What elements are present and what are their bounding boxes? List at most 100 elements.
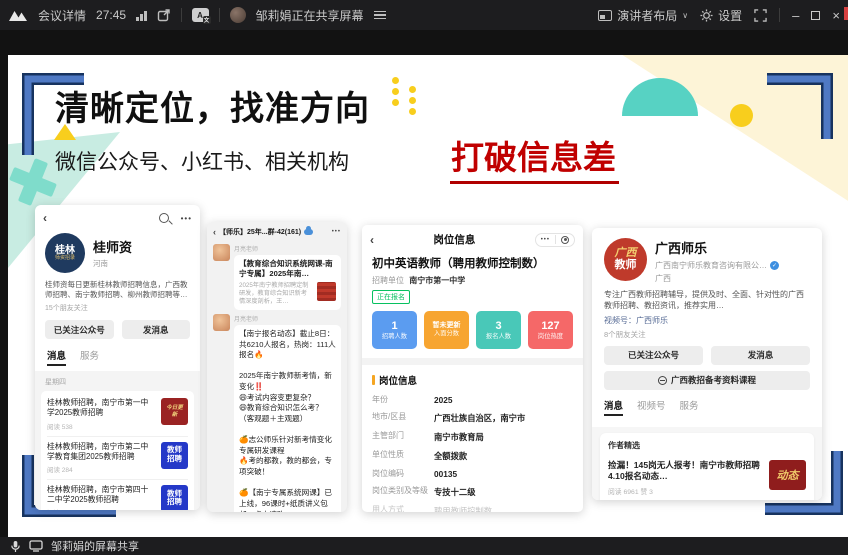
shared-link-desc: 2025年南宁教师招聘定制研发，教育综合知识新考情深度剖析，王… bbox=[239, 282, 313, 306]
topbar-left: 会议详情 27:45 A文 邹莉娟正在共享屏幕 bbox=[8, 7, 598, 24]
yellow-dots-decoration bbox=[409, 86, 416, 115]
sender-name: 月亮老师 bbox=[234, 244, 341, 253]
close-miniprogram-icon[interactable] bbox=[561, 236, 569, 244]
section-header: 岗位信息 bbox=[362, 365, 583, 391]
search-icon[interactable] bbox=[159, 213, 169, 223]
field-label: 岗位类别及等级 bbox=[372, 486, 434, 498]
friends-follow-count: 8个朋友关注 bbox=[592, 326, 822, 340]
article-row[interactable]: 桂林教师招聘，南宁市第一中学2025教师招聘 阅读 538 今日更新 bbox=[47, 393, 188, 436]
page-title: 岗位信息 bbox=[374, 232, 535, 247]
followed-button[interactable]: 已关注公众号 bbox=[45, 320, 114, 339]
shared-link-card[interactable]: 【教育综合知识系统网课-南宁专属】2025年南… 2025年南宁教师招聘定制研发… bbox=[234, 255, 341, 310]
tab-messages[interactable]: 消息 bbox=[47, 348, 66, 366]
employer-row: 招聘单位 南宁市第一中学 bbox=[362, 271, 583, 286]
stat-card: 3 报名人数 bbox=[476, 311, 521, 349]
share-options-icon[interactable] bbox=[374, 11, 386, 20]
field-label: 地市/区县 bbox=[372, 412, 434, 424]
send-message-button[interactable]: 发消息 bbox=[711, 346, 810, 365]
status-badge: 正在报名 bbox=[372, 290, 410, 304]
article-row[interactable]: 捡漏！145岗无人报考！南宁市教师招聘4.10报名动态… 阅读 6961 赞 3… bbox=[608, 455, 806, 500]
microphone-icon[interactable] bbox=[10, 540, 21, 553]
back-icon[interactable]: ‹ bbox=[213, 227, 216, 237]
sharing-status-text: 邹莉娟正在共享屏幕 bbox=[256, 7, 364, 24]
share-status-label: 邹莉娟的屏幕共享 bbox=[51, 538, 139, 554]
tab-video[interactable]: 视频号 bbox=[637, 398, 666, 416]
back-icon[interactable]: ‹ bbox=[43, 211, 47, 225]
article-title: 桂林教师招聘，南宁市第二中学教育集团2025教师招聘 bbox=[47, 442, 156, 462]
more-icon[interactable]: ••• bbox=[181, 214, 192, 223]
article-title: 捡漏！145岗无人报考！南宁市教师招聘4.10报名动态… bbox=[608, 460, 763, 483]
account-name: 广西师乐 bbox=[655, 238, 779, 257]
screenshot-job-info-page: ‹ 岗位信息 ••• 初中英语教师（聘用教师控制数） 招聘单位 南宁市第一中学 … bbox=[362, 225, 583, 512]
divider bbox=[181, 8, 182, 22]
field-row: 年份2025 bbox=[362, 391, 583, 408]
stat-card: 127 岗位热度 bbox=[528, 311, 573, 349]
job-title: 初中英语教师（聘用教师控制数） bbox=[362, 251, 583, 271]
sender-avatar[interactable] bbox=[213, 244, 230, 261]
settings-button[interactable]: 设置 bbox=[700, 7, 742, 24]
field-row: 岗位编码00135 bbox=[362, 465, 583, 482]
article-meta: 阅读 153 bbox=[47, 507, 156, 510]
shared-screen-area: 清晰定位，找准方向 微信公众号、小红书、相关机构 打破信息差 ‹ ••• 桂林 … bbox=[0, 30, 848, 537]
yellow-dots-decoration bbox=[392, 77, 399, 106]
account-tabs: 消息 视频号 服务 bbox=[592, 390, 822, 420]
slide-highlight-text: 打破信息差 bbox=[450, 131, 619, 184]
action-buttons: 已关注公众号 发消息 bbox=[592, 340, 822, 365]
tab-messages[interactable]: 消息 bbox=[604, 398, 623, 416]
account-profile: 广西 教师 广西师乐 广西南宁师乐教育咨询有限公… ✓ 广西 bbox=[592, 228, 822, 284]
presenter-avatar bbox=[230, 7, 246, 23]
company-name: 广西南宁师乐教育咨询有限公… bbox=[655, 260, 767, 271]
field-value: 2025 bbox=[434, 395, 573, 405]
followed-button[interactable]: 已关注公众号 bbox=[604, 346, 703, 365]
stat-label: 报名人数 bbox=[486, 333, 511, 341]
employer-value: 南宁市第一中学 bbox=[409, 276, 465, 285]
chat-message: 月亮老师 【南宁报名动态】截止8日：共6210人报名，热岗：111人报名🔥 20… bbox=[207, 310, 347, 512]
layout-button[interactable]: 演讲者布局 ∨ bbox=[598, 7, 688, 24]
account-description[interactable]: 桂师资每日更新桂林教师招聘信息，广西教师招聘、南宁教师招聘、柳州教师招聘等广西… bbox=[35, 275, 200, 300]
tab-services[interactable]: 服务 bbox=[80, 348, 99, 366]
divider bbox=[779, 8, 780, 22]
sender-avatar[interactable] bbox=[213, 314, 230, 331]
field-row: 岗位类别及等级专技十二级 bbox=[362, 482, 583, 501]
screenshot-wechat-group-chat: ‹ 【师乐】25年...群-42(161) ••• 月亮老师 【教育综合知识系统… bbox=[207, 222, 347, 512]
meeting-window: 会议详情 27:45 A文 邹莉娟正在共享屏幕 演讲者布局 ∨ 设置 – bbox=[0, 0, 848, 555]
presentation-slide: 清晰定位，找准方向 微信公众号、小红书、相关机构 打破信息差 ‹ ••• 桂林 … bbox=[8, 55, 848, 537]
field-value: 南宁市教育局 bbox=[434, 431, 573, 443]
chat-header: ‹ 【师乐】25年...群-42(161) ••• bbox=[207, 222, 347, 240]
send-message-button[interactable]: 发消息 bbox=[122, 320, 191, 339]
article-feed: 星期四 桂林教师招聘，南宁市第一中学2025教师招聘 阅读 538 今日更新 桂… bbox=[35, 371, 200, 510]
fullscreen-icon[interactable] bbox=[754, 9, 767, 22]
caption-translate-icon[interactable]: A文 bbox=[192, 8, 209, 22]
video-account-link[interactable]: 视频号：广西师乐 bbox=[592, 312, 822, 326]
meeting-details-button[interactable]: 会议详情 bbox=[38, 7, 86, 24]
blue-bracket-top-right bbox=[765, 73, 833, 139]
maximize-button[interactable] bbox=[811, 11, 820, 20]
meeting-logo-icon bbox=[8, 8, 28, 22]
close-button[interactable]: × bbox=[832, 9, 840, 22]
article-row[interactable]: 桂林教师招聘，南宁市第二中学教育集团2025教师招聘 阅读 284 教师招聘 bbox=[47, 437, 188, 480]
avatar-text: 广西 bbox=[615, 248, 637, 260]
friends-follow-count: 15个朋友关注 bbox=[35, 300, 200, 313]
meeting-timer: 27:45 bbox=[96, 8, 126, 22]
field-label: 年份 bbox=[372, 395, 434, 405]
screenshot-wechat-account-guishizi: ‹ ••• 桂林 师资招录 桂师资 河南 桂师资每日更新桂林教师招聘信息，广西教… bbox=[35, 205, 200, 510]
minimize-button[interactable]: – bbox=[792, 9, 799, 22]
sender-name: 月亮老师 bbox=[234, 314, 341, 323]
featured-section-title: 作者精选 bbox=[608, 438, 806, 455]
screen-share-icon[interactable] bbox=[29, 540, 43, 552]
employer-label: 招聘单位 bbox=[372, 276, 404, 285]
more-icon[interactable]: ••• bbox=[541, 237, 550, 243]
course-materials-button[interactable]: 广西教招备考资料课程 bbox=[604, 371, 810, 390]
more-icon[interactable]: ••• bbox=[332, 229, 341, 235]
article-feed: 作者精选 捡漏！145岗无人报考！南宁市教师招聘4.10报名动态… 阅读 696… bbox=[592, 427, 822, 500]
article-row[interactable]: 桂林教师招聘，南宁市第四十二中学2025教师招聘 阅读 153 教师招聘 bbox=[47, 480, 188, 510]
tab-services[interactable]: 服务 bbox=[680, 398, 699, 416]
account-tabs: 消息 服务 bbox=[35, 339, 200, 371]
miniprogram-controls: ••• bbox=[535, 233, 575, 247]
stat-value: 1 bbox=[391, 320, 397, 333]
account-description[interactable]: 专注广西教师招聘辅导，提供及时、全面、针对性的广西教师招聘、教招资讯，推荐实用… bbox=[592, 284, 822, 312]
open-window-icon[interactable] bbox=[157, 8, 171, 22]
topbar-right: 演讲者布局 ∨ 设置 – × bbox=[598, 7, 840, 24]
phone-navbar: ‹ ••• bbox=[35, 205, 200, 227]
stat-card: 暂未更新 入面分数 bbox=[424, 311, 469, 349]
